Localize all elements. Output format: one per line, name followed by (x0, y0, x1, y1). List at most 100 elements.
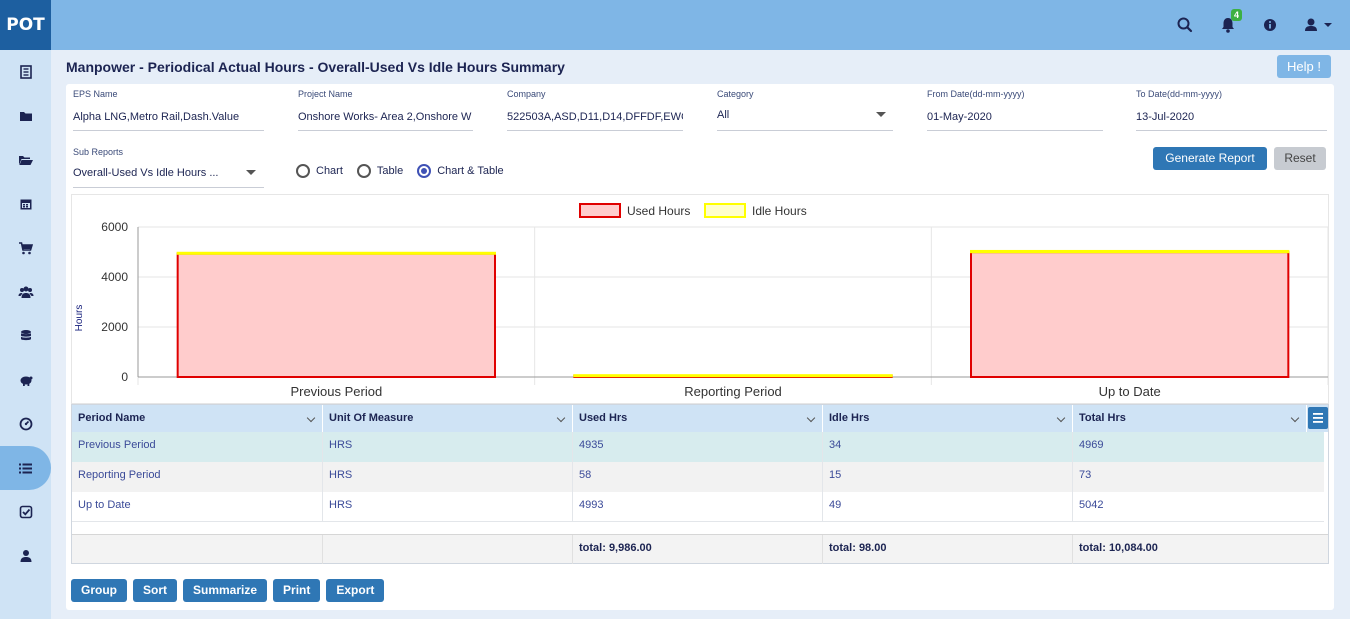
column-header-idle-hrs[interactable]: Idle Hrs (823, 405, 1073, 432)
sidebar-item-users[interactable] (0, 270, 51, 314)
chevron-down-icon[interactable] (806, 413, 816, 423)
total-cell-period (72, 535, 323, 564)
table-option[interactable]: Table (356, 164, 404, 178)
dashboard-icon (19, 65, 32, 79)
chevron-down-icon[interactable] (556, 413, 566, 423)
x-tick-label: Reporting Period (684, 384, 782, 399)
help-button[interactable]: Help ! (1277, 55, 1331, 78)
user-menu-icon[interactable] (1303, 15, 1335, 35)
total-used-hrs: total: 9,986.00 (573, 535, 823, 564)
chart-table-option-label: Chart & Table (437, 165, 504, 177)
print-button[interactable]: Print (273, 579, 321, 602)
totals-row: total: 9,986.00 total: 98.00 total: 10,0… (72, 534, 1328, 564)
column-header-period-name[interactable]: Period Name (72, 405, 323, 432)
sidebar-item-cart[interactable] (0, 226, 51, 270)
from-date-field[interactable]: 01-May-2020 (927, 111, 1103, 131)
chart-option-label: Chart (316, 165, 343, 177)
period-name-cell: Reporting Period (72, 462, 323, 492)
table-header: Period Name Unit Of Measure Used Hrs Idl… (72, 405, 1328, 432)
company-label: Company (507, 89, 546, 99)
chart-option[interactable]: Chart (296, 164, 343, 178)
sort-button[interactable]: Sort (133, 579, 177, 602)
used-hrs-cell: 4935 (573, 432, 823, 462)
idle-hrs-cell: 49 (823, 492, 1073, 522)
table-option-label: Table (376, 165, 404, 177)
used-hrs-cell: 58 (573, 462, 823, 492)
y-axis-label: Hours (74, 305, 85, 332)
user-icon (20, 550, 31, 562)
folder-open-icon (18, 156, 33, 165)
top-bar: POT 4 (0, 0, 1350, 50)
sidebar-item-database[interactable] (0, 314, 51, 358)
sidebar (0, 50, 51, 619)
unit-cell: HRS (323, 462, 573, 492)
chevron-down-icon[interactable] (1290, 413, 1300, 423)
chevron-down-icon[interactable] (1056, 413, 1066, 423)
category-dropdown-icon[interactable] (876, 112, 886, 117)
category-select[interactable]: All (717, 109, 893, 131)
sidebar-item-dashboard[interactable] (0, 50, 51, 94)
info-icon[interactable] (1260, 15, 1280, 35)
piggy-bank-icon (20, 376, 32, 386)
column-header-unit[interactable]: Unit Of Measure (323, 405, 573, 432)
used-hours-bar (970, 251, 1290, 378)
column-header-label: Idle Hrs (829, 412, 870, 424)
eps-name-field[interactable]: Alpha LNG,Metro Rail,Dash.Value (73, 111, 264, 131)
page-title: Manpower - Periodical Actual Hours - Ove… (66, 59, 565, 75)
view-mode-options: Chart Table Chart & Table (296, 164, 504, 178)
reset-button[interactable]: Reset (1274, 147, 1326, 170)
total-total-hrs: total: 10,084.00 (1079, 542, 1158, 554)
sidebar-item-performance[interactable] (0, 402, 51, 446)
total-cell-unit (323, 535, 573, 564)
column-header-used-hrs[interactable]: Used Hrs (573, 405, 823, 432)
sub-reports-dropdown-icon[interactable] (246, 170, 256, 175)
project-name-field[interactable]: Onshore Works- Area 2,Onshore W (298, 111, 473, 131)
summarize-button[interactable]: Summarize (183, 579, 268, 602)
y-tick-label: 4000 (101, 270, 128, 284)
folder-icon (19, 112, 32, 121)
table-actions: Group Sort Summarize Print Export (71, 579, 385, 602)
chart-area: 6000 4000 2000 0 Hours Previous Period Reporti… (71, 194, 1329, 404)
total-hrs-cell: 73 (1079, 469, 1092, 481)
idle-hours-bar (176, 251, 497, 255)
column-header-label: Used Hrs (579, 412, 628, 424)
y-tick-label: 0 (121, 370, 128, 384)
column-menu-button[interactable] (1308, 407, 1328, 429)
x-tick-label: Up to Date (1099, 384, 1161, 399)
sidebar-item-profile[interactable] (0, 534, 51, 578)
chart-table-radio[interactable] (417, 164, 432, 178)
table-row[interactable]: Up to Date HRS 4993 49 5042 (72, 492, 1324, 522)
total-hrs-cell: 5042 (1079, 499, 1104, 511)
column-header-total-hrs[interactable]: Total Hrs (1073, 405, 1307, 432)
table-radio[interactable] (356, 164, 371, 178)
column-header-label: Period Name (78, 412, 146, 424)
company-field[interactable]: 522503A,ASD,D11,D14,DFFDF,EWC, (507, 111, 683, 131)
x-tick-label: Previous Period (290, 384, 382, 399)
from-date-label: From Date(dd-mm-yyyy) (927, 89, 1025, 99)
export-button[interactable]: Export (326, 579, 385, 602)
eps-name-label: EPS Name (73, 89, 118, 99)
column-header-label: Unit Of Measure (329, 412, 414, 424)
sidebar-item-calendar[interactable] (0, 182, 51, 226)
project-name-label: Project Name (298, 89, 353, 99)
to-date-field[interactable]: 13-Jul-2020 (1136, 111, 1327, 131)
period-name-cell: Previous Period (72, 432, 323, 462)
sidebar-item-folder-open[interactable] (0, 138, 51, 182)
users-icon (18, 286, 33, 298)
sidebar-item-finance[interactable] (0, 358, 51, 402)
sidebar-item-tasks[interactable] (0, 490, 51, 534)
group-button[interactable]: Group (71, 579, 127, 602)
table-row[interactable]: Previous Period HRS 4935 34 4969 (72, 432, 1324, 462)
table-row[interactable]: Reporting Period HRS 58 15 73 (72, 462, 1324, 492)
search-icon[interactable] (1175, 15, 1195, 35)
legend-swatch-used-hours (579, 203, 621, 218)
chevron-down-icon[interactable] (306, 413, 316, 423)
sidebar-item-reports[interactable] (0, 446, 51, 490)
chart-radio[interactable] (296, 164, 310, 178)
brand-logo[interactable]: POT (0, 0, 51, 50)
generate-report-button[interactable]: Generate Report (1153, 147, 1267, 170)
chart-table-option[interactable]: Chart & Table (417, 164, 504, 178)
sub-reports-select[interactable]: Overall-Used Vs Idle Hours ... (73, 167, 264, 188)
idle-hrs-cell: 15 (823, 462, 1073, 492)
sidebar-item-folder[interactable] (0, 94, 51, 138)
